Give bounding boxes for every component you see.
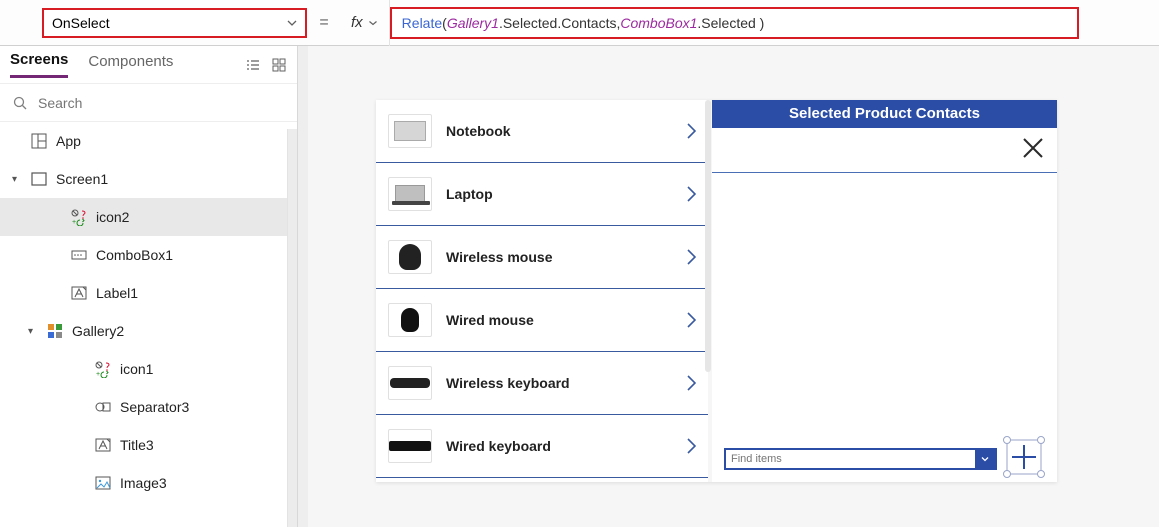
label-icon bbox=[70, 284, 88, 302]
combo-icon bbox=[70, 246, 88, 264]
product-title: Wired keyboard bbox=[446, 438, 551, 454]
gallery-item[interactable]: Wireless keyboard bbox=[376, 352, 708, 415]
svg-text:+: + bbox=[96, 371, 100, 378]
tree-item-label: Label1 bbox=[96, 285, 138, 301]
combobox[interactable] bbox=[724, 448, 997, 470]
property-selector-value: OnSelect bbox=[52, 15, 110, 31]
tree-item-image3[interactable]: Image3 bbox=[0, 464, 297, 502]
tab-components[interactable]: Components bbox=[88, 53, 173, 77]
product-thumbnail bbox=[388, 177, 432, 211]
gallery-item[interactable]: Wireless mouse bbox=[376, 226, 708, 289]
tree-item-label: icon2 bbox=[96, 209, 129, 225]
image-icon bbox=[94, 474, 112, 492]
tree-item-label: icon1 bbox=[120, 361, 153, 377]
grid-view-icon[interactable] bbox=[271, 57, 287, 73]
app-preview: Notebook Laptop Wireless mouse Wired mouse W… bbox=[376, 100, 1057, 482]
tree-item-icon2[interactable]: + icon2 bbox=[0, 198, 297, 236]
tree-item-label: Image3 bbox=[120, 475, 167, 491]
tree-item-app[interactable]: App bbox=[0, 122, 297, 160]
chevron-right-icon[interactable] bbox=[684, 435, 698, 457]
app-icon bbox=[30, 132, 48, 150]
tree-tabs: Screens Components bbox=[0, 46, 297, 84]
tree-item-screen1[interactable]: ▾ Screen1 bbox=[0, 160, 297, 198]
formula-token-plain: .Selected ) bbox=[697, 15, 764, 31]
chevron-down-icon[interactable] bbox=[975, 450, 995, 468]
product-title: Laptop bbox=[446, 186, 493, 202]
search-icon bbox=[12, 95, 28, 111]
tree-search-input[interactable] bbox=[38, 95, 285, 111]
product-title: Wired mouse bbox=[446, 312, 534, 328]
svg-text:+: + bbox=[72, 219, 76, 226]
gallery-item[interactable]: Notebook bbox=[376, 100, 708, 163]
product-thumbnail bbox=[388, 303, 432, 337]
canvas-area: Notebook Laptop Wireless mouse Wired mouse W… bbox=[298, 46, 1159, 527]
label-icon bbox=[94, 436, 112, 454]
gallery-item[interactable]: Wired mouse bbox=[376, 289, 708, 352]
tree-item-label: Gallery2 bbox=[72, 323, 124, 339]
combobox-input[interactable] bbox=[726, 453, 975, 465]
product-thumbnail bbox=[388, 114, 432, 148]
chevron-right-icon[interactable] bbox=[684, 246, 698, 268]
fx-button[interactable]: fx bbox=[341, 0, 390, 46]
contacts-panel: Selected Product Contacts bbox=[708, 100, 1057, 482]
formula-bar: OnSelect = fx Relate( Gallery1.Selected.… bbox=[0, 0, 1159, 46]
separator bbox=[712, 172, 1057, 173]
formula-token-plain: .Selected.Contacts, bbox=[499, 15, 620, 31]
close-icon[interactable] bbox=[1019, 134, 1047, 162]
tree-scrollbar[interactable] bbox=[287, 129, 297, 527]
tree-item-label: Separator3 bbox=[120, 399, 189, 415]
tree-item-icon1[interactable]: + icon1 bbox=[0, 350, 297, 388]
tree-item-label: Screen1 bbox=[56, 171, 108, 187]
icon-ctl-icon: + bbox=[94, 360, 112, 378]
property-selector[interactable]: OnSelect bbox=[42, 8, 307, 38]
chevron-down-icon bbox=[367, 17, 379, 29]
product-thumbnail bbox=[388, 429, 432, 463]
tree-item-separator3[interactable]: Separator3 bbox=[0, 388, 297, 426]
tree-item-label1[interactable]: Label1 bbox=[0, 274, 297, 312]
product-thumbnail bbox=[388, 240, 432, 274]
add-icon-selected[interactable] bbox=[1003, 436, 1045, 478]
sep-icon bbox=[94, 398, 112, 416]
product-title: Wireless mouse bbox=[446, 249, 552, 265]
formula-input[interactable]: Relate( Gallery1.Selected.Contacts, Comb… bbox=[390, 7, 1079, 39]
caret-icon[interactable]: ▾ bbox=[12, 174, 22, 185]
caret-icon[interactable]: ▾ bbox=[28, 326, 38, 337]
tree-item-label: App bbox=[56, 133, 81, 149]
tree-search-row bbox=[0, 84, 297, 122]
tree-item-gallery2[interactable]: ▾ Gallery2 bbox=[0, 312, 297, 350]
tree-item-label: Title3 bbox=[120, 437, 154, 453]
chevron-right-icon[interactable] bbox=[684, 183, 698, 205]
gallery-item[interactable]: Laptop bbox=[376, 163, 708, 226]
tree-view-panel: Screens Components App▾Scree bbox=[0, 46, 298, 527]
icon-ctl-icon: + bbox=[70, 208, 88, 226]
screen-icon bbox=[30, 170, 48, 188]
gallery-icon bbox=[46, 322, 64, 340]
chevron-right-icon[interactable] bbox=[684, 372, 698, 394]
tree-item-combobox1[interactable]: ComboBox1 bbox=[0, 236, 297, 274]
formula-token-func: Relate bbox=[402, 15, 442, 31]
fx-label: fx bbox=[351, 14, 363, 31]
canvas-scrollbar[interactable] bbox=[298, 46, 308, 527]
contacts-body bbox=[712, 128, 1057, 482]
tab-screens[interactable]: Screens bbox=[10, 51, 68, 78]
tree-item-label: ComboBox1 bbox=[96, 247, 173, 263]
product-thumbnail bbox=[388, 366, 432, 400]
product-gallery[interactable]: Notebook Laptop Wireless mouse Wired mouse W… bbox=[376, 100, 708, 482]
formula-token-ident: ComboBox1 bbox=[620, 15, 697, 31]
chevron-right-icon[interactable] bbox=[684, 309, 698, 331]
chevron-down-icon bbox=[285, 16, 299, 30]
contacts-header: Selected Product Contacts bbox=[712, 100, 1057, 128]
formula-token-ident: Gallery1 bbox=[447, 15, 499, 31]
list-view-icon[interactable] bbox=[245, 57, 261, 73]
tree-list: App ▾ Screen1 + icon2 ComboBox1 Label1 ▾ Gallery… bbox=[0, 122, 297, 527]
product-title: Notebook bbox=[446, 123, 511, 139]
tree-item-title3[interactable]: Title3 bbox=[0, 426, 297, 464]
gallery-item[interactable]: Wired keyboard bbox=[376, 415, 708, 478]
product-title: Wireless keyboard bbox=[446, 375, 570, 391]
chevron-right-icon[interactable] bbox=[684, 120, 698, 142]
equals-label: = bbox=[307, 14, 341, 32]
